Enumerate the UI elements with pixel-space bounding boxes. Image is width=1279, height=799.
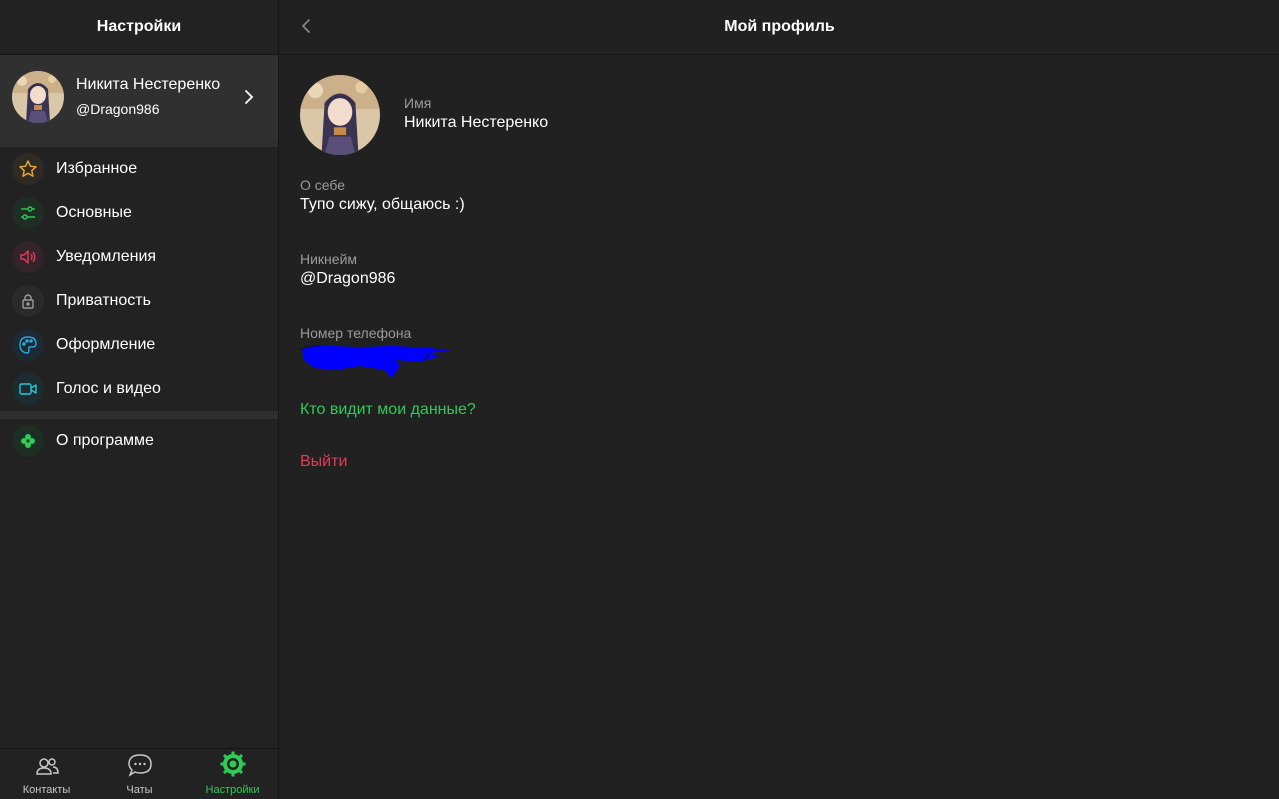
name-field: Имя Никита Нестеренко [404, 94, 548, 134]
chat-bubble-icon [127, 753, 153, 782]
video-icon [12, 373, 44, 405]
phone-redaction [299, 344, 455, 391]
sidebar-item-notifications[interactable]: Уведомления [0, 235, 278, 279]
settings-menu: Избранное Основные Уведомления Приватнос… [0, 147, 278, 411]
sliders-icon [12, 197, 44, 229]
palette-icon [12, 329, 44, 361]
divider [0, 411, 278, 419]
lock-icon [12, 285, 44, 317]
tab-label: Настройки [205, 784, 260, 796]
clover-icon [12, 425, 44, 457]
profile-panel: Мой профиль Имя Никита Нестеренко О себе… [280, 0, 1279, 799]
contacts-icon [34, 755, 60, 782]
sidebar-item-label: Голос и видео [56, 380, 161, 397]
about-field: О себе Тупо сижу, общаюсь :) [300, 176, 465, 216]
sidebar-item-label: Основные [56, 204, 132, 221]
sidebar-item-label: Оформление [56, 336, 156, 353]
name-label: Имя [404, 95, 432, 111]
divider [0, 139, 278, 147]
avatar [12, 71, 64, 123]
tab-label: Контакты [22, 784, 71, 796]
sidebar-item-label: Уведомления [56, 248, 157, 265]
logout-button[interactable]: Выйти [300, 453, 347, 471]
page-title: Мой профиль [724, 18, 835, 35]
name-value: Никита Нестеренко [404, 114, 549, 131]
privacy-link[interactable]: Кто видит мои данные? [300, 401, 476, 419]
profile-card[interactable]: Никита Нестеренко @Dragon986 [0, 55, 278, 139]
panel-header: Мой профиль [280, 0, 1279, 55]
sidebar-header: Настройки [0, 0, 278, 55]
about-value: Тупо сижу, общаюсь :) [300, 196, 465, 213]
back-button[interactable] [298, 18, 314, 38]
sidebar-item-privacy[interactable]: Приватность [0, 279, 278, 323]
sidebar-item-label: Избранное [56, 160, 138, 177]
sidebar-item-general[interactable]: Основные [0, 191, 278, 235]
tab-label: Чаты [126, 784, 153, 796]
bottom-navigation: Контакты Чаты Настройки [0, 748, 279, 799]
sidebar-item-about[interactable]: О программе [0, 419, 278, 463]
sidebar-item-label: Приватность [56, 292, 151, 309]
profile-nickname: @Dragon986 [76, 101, 160, 117]
profile-avatar[interactable] [300, 75, 380, 155]
tab-chats[interactable]: Чаты [93, 749, 186, 799]
sidebar-item-favorites[interactable]: Избранное [0, 147, 278, 191]
sidebar-item-label: О программе [56, 432, 154, 449]
nickname-value: @Dragon986 [300, 270, 396, 287]
phone-field: Номер телефона [300, 324, 411, 342]
star-icon [12, 153, 44, 185]
settings-gear-icon [220, 751, 246, 782]
tab-settings[interactable]: Настройки [186, 749, 279, 799]
tab-contacts[interactable]: Контакты [0, 749, 93, 799]
sidebar-item-appearance[interactable]: Оформление [0, 323, 278, 367]
about-label: О себе [300, 177, 346, 193]
sidebar-title: Настройки [96, 18, 182, 35]
phone-label: Номер телефона [300, 325, 412, 341]
sidebar-item-voice-video[interactable]: Голос и видео [0, 367, 278, 411]
nickname-field: Никнейм @Dragon986 [300, 250, 395, 290]
profile-name: Никита Нестеренко [76, 76, 221, 93]
chevron-right-icon [242, 88, 256, 106]
nickname-label: Никнейм [300, 251, 358, 267]
speaker-icon [12, 241, 44, 273]
settings-sidebar: Настройки Никита Нестеренко @Dragon986 И… [0, 0, 279, 799]
chevron-left-icon [300, 17, 312, 40]
